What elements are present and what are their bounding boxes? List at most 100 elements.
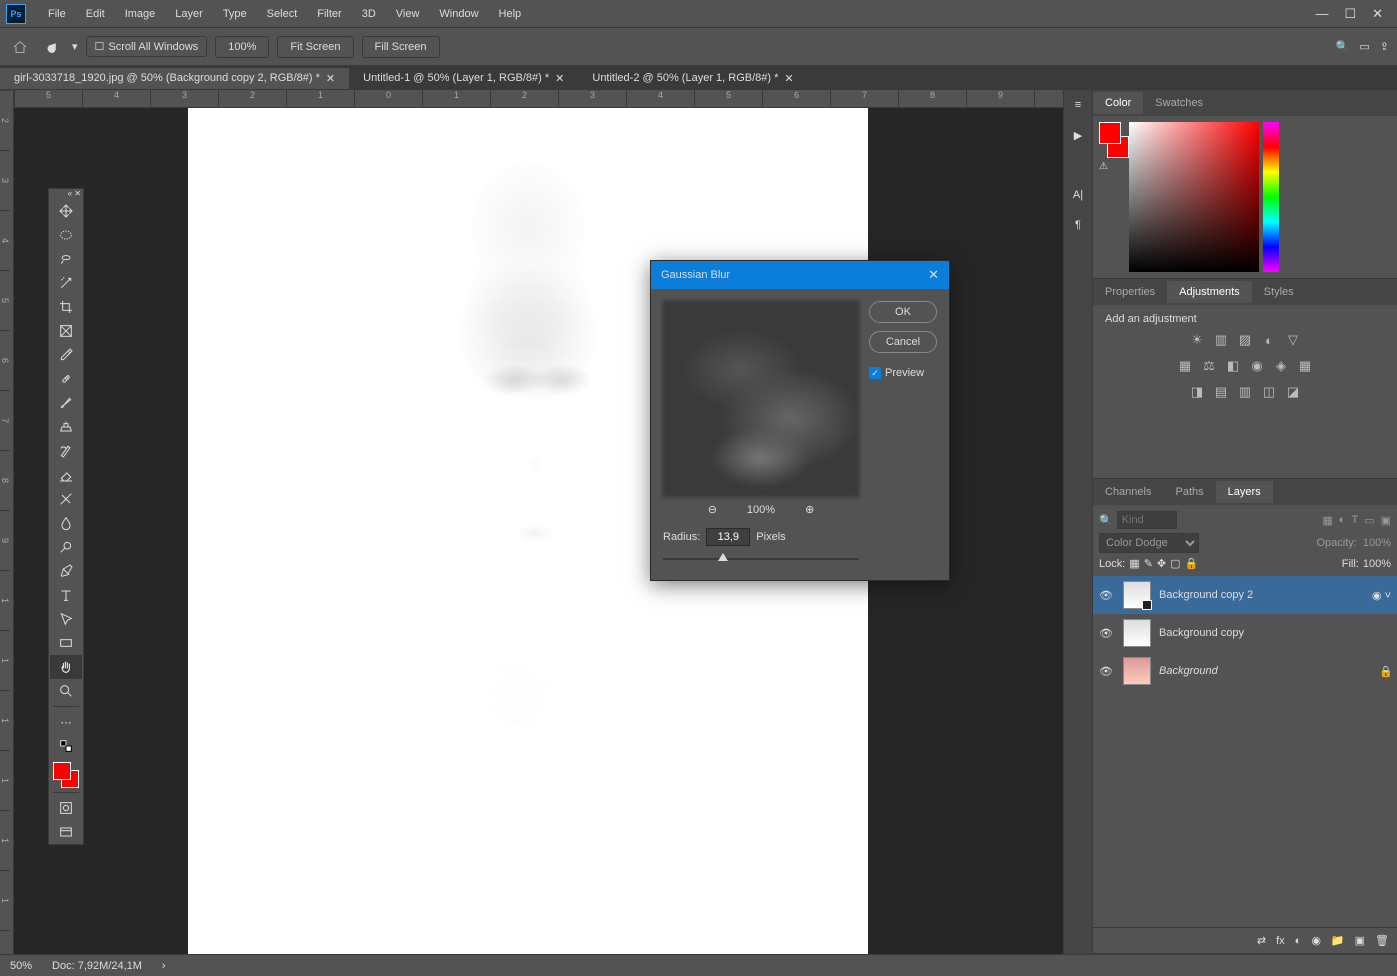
- menu-view[interactable]: View: [386, 4, 430, 24]
- status-chevron-icon[interactable]: ›: [162, 960, 166, 972]
- adjustments-tab[interactable]: Adjustments: [1167, 281, 1252, 303]
- crop-tool[interactable]: [50, 295, 82, 319]
- maximize-icon[interactable]: ☐: [1344, 6, 1356, 22]
- lock-transparency-icon[interactable]: ▦: [1129, 557, 1139, 570]
- toolbox-collapse-icon[interactable]: « ✕: [68, 189, 81, 199]
- dialog-titlebar[interactable]: Gaussian Blur ✕: [651, 261, 949, 289]
- delete-layer-icon[interactable]: 🗑: [1375, 934, 1389, 947]
- lock-all-icon[interactable]: 🔒: [1185, 557, 1199, 570]
- menu-select[interactable]: Select: [257, 4, 308, 24]
- close-tab-icon[interactable]: ✕: [784, 72, 793, 85]
- edit-toolbar-icon[interactable]: ⋯: [50, 710, 82, 734]
- magic-wand-tool[interactable]: [50, 271, 82, 295]
- fx-icon[interactable]: fx: [1276, 935, 1285, 947]
- hue-slider[interactable]: [1263, 122, 1279, 272]
- share-icon[interactable]: ⇪: [1380, 40, 1389, 53]
- clone-stamp-tool[interactable]: [50, 415, 82, 439]
- blur-tool[interactable]: [50, 511, 82, 535]
- type-tool[interactable]: [50, 583, 82, 607]
- filter-shape-icon[interactable]: ▭: [1364, 514, 1374, 527]
- eyedropper-tool[interactable]: [50, 343, 82, 367]
- default-colors-icon[interactable]: [50, 734, 82, 758]
- doc-tab-1[interactable]: girl-3033718_1920.jpg @ 50% (Background …: [0, 68, 349, 89]
- fit-screen-button[interactable]: Fit Screen: [277, 36, 353, 58]
- radius-input[interactable]: [706, 528, 750, 546]
- doc-tab-3[interactable]: Untitled-2 @ 50% (Layer 1, RGB/8#) * ✕: [578, 68, 807, 89]
- zoom-tool[interactable]: [50, 679, 82, 703]
- dodge-tool[interactable]: [50, 535, 82, 559]
- slider-thumb[interactable]: [718, 553, 728, 561]
- minimize-icon[interactable]: —: [1315, 6, 1328, 22]
- cancel-button[interactable]: Cancel: [869, 331, 937, 353]
- menu-layer[interactable]: Layer: [165, 4, 213, 24]
- lock-artboard-icon[interactable]: ▢: [1170, 557, 1180, 570]
- blend-mode-select[interactable]: Color Dodge: [1099, 533, 1199, 553]
- layer-thumbnail[interactable]: [1123, 657, 1151, 685]
- threshold-icon[interactable]: ▥: [1236, 383, 1254, 401]
- group-icon[interactable]: 📁: [1331, 934, 1345, 947]
- history-brush-tool[interactable]: [50, 439, 82, 463]
- color-lookup-icon[interactable]: ▦: [1296, 357, 1314, 375]
- paths-tab[interactable]: Paths: [1163, 481, 1215, 503]
- layer-thumbnail[interactable]: [1123, 619, 1151, 647]
- marquee-tool[interactable]: [50, 223, 82, 247]
- layer-name[interactable]: Background copy: [1159, 627, 1391, 639]
- layer-row[interactable]: 👁 Background copy: [1093, 614, 1397, 652]
- pen-tool[interactable]: [50, 559, 82, 583]
- doc-tab-2[interactable]: Untitled-1 @ 50% (Layer 1, RGB/8#) * ✕: [349, 68, 578, 89]
- blur-preview[interactable]: [663, 301, 859, 497]
- dialog-close-icon[interactable]: ✕: [928, 267, 939, 283]
- filter-adj-icon[interactable]: ◐: [1339, 514, 1346, 527]
- preview-checkbox[interactable]: ✓ Preview: [869, 367, 937, 379]
- foreground-color-swatch[interactable]: [1099, 122, 1121, 144]
- character-panel-icon[interactable]: A|: [1064, 180, 1092, 210]
- layer-name[interactable]: Background: [1159, 665, 1371, 677]
- swatches-tab[interactable]: Swatches: [1143, 92, 1215, 114]
- fill-screen-button[interactable]: Fill Screen: [362, 36, 440, 58]
- frame-tool[interactable]: [50, 319, 82, 343]
- opacity-value[interactable]: 100%: [1363, 537, 1391, 549]
- new-layer-icon[interactable]: ▣: [1355, 934, 1365, 947]
- adjustment-layer-icon[interactable]: ◉: [1311, 934, 1321, 947]
- layer-name[interactable]: Background copy 2: [1159, 589, 1364, 601]
- close-icon[interactable]: ✕: [1372, 6, 1383, 22]
- vibrance-icon[interactable]: ▽: [1284, 331, 1302, 349]
- menu-type[interactable]: Type: [213, 4, 257, 24]
- menu-3d[interactable]: 3D: [352, 4, 386, 24]
- fill-value[interactable]: 100%: [1363, 558, 1391, 570]
- lasso-tool[interactable]: [50, 247, 82, 271]
- filter-smart-icon[interactable]: ▣: [1381, 514, 1391, 527]
- brightness-icon[interactable]: ☀: [1188, 331, 1206, 349]
- radius-slider[interactable]: [663, 550, 859, 568]
- workspace-icon[interactable]: ▭: [1359, 40, 1369, 53]
- visibility-icon[interactable]: 👁: [1099, 627, 1115, 640]
- styles-tab[interactable]: Styles: [1252, 281, 1306, 303]
- layer-row[interactable]: 👁 Background copy 2 ◉ ˅: [1093, 576, 1397, 614]
- menu-file[interactable]: File: [38, 4, 76, 24]
- home-icon[interactable]: [8, 35, 32, 59]
- actions-panel-icon[interactable]: ▶: [1064, 120, 1092, 150]
- gradient-tool[interactable]: [50, 487, 82, 511]
- mask-icon[interactable]: ◐: [1295, 935, 1302, 947]
- status-doc-size[interactable]: Doc: 7,92M/24,1M: [52, 960, 142, 972]
- curves-icon[interactable]: ▨: [1236, 331, 1254, 349]
- move-tool[interactable]: [50, 199, 82, 223]
- bw-icon[interactable]: ◧: [1224, 357, 1242, 375]
- hand-tool-icon[interactable]: [40, 35, 64, 59]
- lock-position-icon[interactable]: ✥: [1157, 557, 1166, 570]
- layers-tab[interactable]: Layers: [1216, 481, 1273, 503]
- layer-thumbnail[interactable]: [1123, 581, 1151, 609]
- quick-mask-icon[interactable]: [50, 796, 82, 820]
- eraser-tool[interactable]: [50, 463, 82, 487]
- zoom-in-icon[interactable]: ⊕: [805, 503, 814, 516]
- visibility-icon[interactable]: 👁: [1099, 589, 1115, 602]
- close-tab-icon[interactable]: ✕: [326, 72, 335, 85]
- healing-tool[interactable]: [50, 367, 82, 391]
- hand-tool[interactable]: [50, 655, 82, 679]
- photo-filter-icon[interactable]: ◉: [1248, 357, 1266, 375]
- path-selection-tool[interactable]: [50, 607, 82, 631]
- visibility-icon[interactable]: 👁: [1099, 665, 1115, 678]
- paragraph-panel-icon[interactable]: ¶: [1064, 210, 1092, 240]
- screen-mode-icon[interactable]: [50, 820, 82, 844]
- color-tab[interactable]: Color: [1093, 92, 1143, 114]
